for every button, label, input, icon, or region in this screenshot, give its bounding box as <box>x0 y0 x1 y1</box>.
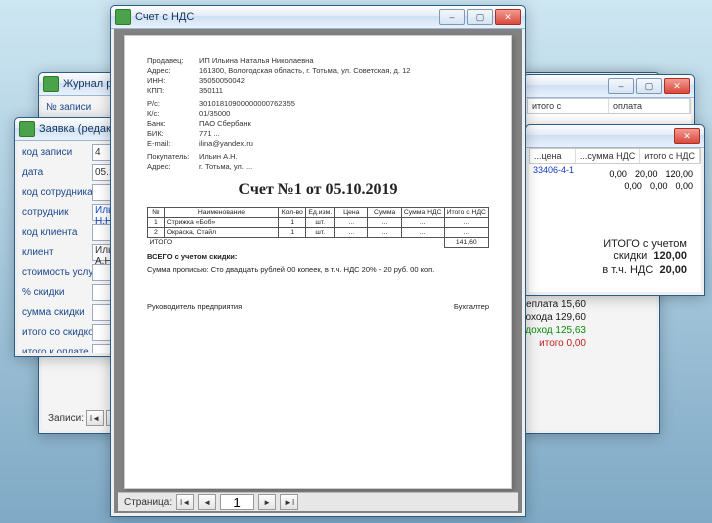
buyer-block: Покупатель:Ильин А.Н. Адрес:г. Тотьма, у… <box>147 152 489 171</box>
minimize-button[interactable]: – <box>439 9 465 25</box>
v: ilina@yandex.ru <box>199 139 489 148</box>
v: 771 ... <box>199 129 489 138</box>
sum-text: Сумма прописью: Сто двадцать рублей 00 к… <box>147 265 489 274</box>
items-header: № Наименование Кол-во Ед.изм. Цена Сумма… <box>148 208 489 218</box>
page-next-button[interactable]: ► <box>258 494 276 510</box>
v: ИП Ильина Наталья Николаевна <box>199 56 489 65</box>
k: ИНН: <box>147 76 199 85</box>
col-header: оплата <box>609 99 690 113</box>
total-row: ИТОГО141,60 <box>148 238 489 248</box>
invoice-titlebar[interactable]: Счет с НДС – ▢ ✕ <box>111 6 525 29</box>
totals-header-1: итого с оплата <box>527 98 691 114</box>
k: БИК: <box>147 129 199 138</box>
k: Адрес: <box>147 66 199 75</box>
detail-titlebar[interactable]: ✕ <box>526 125 704 148</box>
bank-block: Р/с:30101810900000000762355 К/с:01/35000… <box>147 99 489 148</box>
sign-right: Бухгалтер <box>454 302 489 311</box>
page-first-button[interactable]: I◄ <box>176 494 194 510</box>
item-row: 1Стрижка «Боб»1шт............. <box>148 218 489 228</box>
invoice-heading: Счет №1 от 05.10.2019 <box>147 181 489 199</box>
signature-row: Руководитель предприятия Бухгалтер <box>147 302 489 311</box>
col-header: итого с <box>528 99 609 113</box>
detail-totals: ИТОГО с учетом скидки 120,00 в т.ч. НДС … <box>529 236 687 278</box>
col-header: ...цена <box>530 149 576 163</box>
disc-label: % скидки <box>22 287 92 298</box>
detail-header: ...цена ...сумма НДС итого с НДС <box>529 148 701 164</box>
row-link[interactable]: 33406-4-1 <box>529 164 578 176</box>
close-button[interactable]: ✕ <box>664 78 690 94</box>
clientname-label: клиент <box>22 247 92 258</box>
k: Банк: <box>147 119 199 128</box>
k: К/с: <box>147 109 199 118</box>
vat-label: в т.ч. НДС <box>602 264 653 276</box>
code-label: код записи <box>22 147 92 158</box>
page-prev-button[interactable]: ◄ <box>198 494 216 510</box>
sum-title: ВСЕГО с учетом скидки: <box>147 252 489 261</box>
supplier-block: Продавец:ИП Ильина Наталья Николаевна Ад… <box>147 56 489 95</box>
k: Продавец: <box>147 56 199 65</box>
sign-left: Руководитель предприятия <box>147 302 242 311</box>
k: КПП: <box>147 86 199 95</box>
empname-label: сотрудник <box>22 207 92 218</box>
invoice-window: Счет с НДС – ▢ ✕ Продавец:ИП Ильина Ната… <box>110 5 526 517</box>
page-input[interactable] <box>220 494 254 510</box>
discsum-label: сумма скидки <box>22 307 92 318</box>
v: 01/35000 <box>199 109 489 118</box>
k: Покупатель: <box>147 152 199 161</box>
v: 30101810900000000762355 <box>199 99 489 108</box>
cost-label: стоимость услуг <box>22 267 92 278</box>
itog-label: итого со скидкой <box>22 327 92 338</box>
v: г. Тотьма, ул. ... <box>199 162 489 171</box>
k: Адрес: <box>147 162 199 171</box>
v: 35050050042 <box>199 76 489 85</box>
close-button[interactable]: ✕ <box>495 9 521 25</box>
maximize-button[interactable]: ▢ <box>467 9 493 25</box>
page-last-button[interactable]: ►I <box>280 494 298 510</box>
journal-rec-label: № записи <box>46 102 116 113</box>
invoice-page: Продавец:ИП Ильина Наталья Николаевна Ад… <box>124 35 512 489</box>
invoice-window-title: Счет с НДС <box>135 11 439 23</box>
page-navigator: Страница: I◄ ◄ ► ►I <box>118 492 518 511</box>
nav-first-button[interactable]: I◄ <box>86 410 104 426</box>
v: ПАО Сбербанк <box>199 119 489 128</box>
vat-value: 20,00 <box>659 264 687 276</box>
detail-body: ...цена ...сумма НДС итого с НДС 33406-4… <box>529 148 701 292</box>
col-header: итого с НДС <box>640 149 700 163</box>
item-row: 2Окраска, Стайл1шт............. <box>148 228 489 238</box>
k: E-mail: <box>147 139 199 148</box>
detail-window: ✕ ...цена ...сумма НДС итого с НДС 33406… <box>525 124 705 296</box>
detail-values-1: 0,00 20,00 120,00 <box>605 168 697 180</box>
total-value: 120,00 <box>653 250 687 262</box>
emp-label: код сотрудника <box>22 187 92 198</box>
close-button[interactable]: ✕ <box>674 128 700 144</box>
page-label: Страница: <box>124 497 172 508</box>
nav-label: Записи: <box>48 413 84 424</box>
paid-label: итого к оплате <box>22 347 92 354</box>
v: 350111 <box>199 86 489 95</box>
items-table: № Наименование Кол-во Ед.изм. Цена Сумма… <box>147 207 489 248</box>
totals-titlebar[interactable]: – ▢ ✕ <box>524 75 694 98</box>
minimize-button[interactable]: – <box>608 78 634 94</box>
maximize-button[interactable]: ▢ <box>636 78 662 94</box>
invoice-body: Продавец:ИП Ильина Наталья Николаевна Ад… <box>114 29 522 513</box>
col-header: ...сумма НДС <box>576 149 640 163</box>
client-label: код клиента <box>22 227 92 238</box>
app-icon <box>43 76 59 92</box>
app-icon <box>115 9 131 25</box>
v: 161300, Вологодская область, г. Тотьма, … <box>199 66 489 75</box>
date-label: дата <box>22 167 92 178</box>
app-icon <box>19 121 35 137</box>
k: Р/с: <box>147 99 199 108</box>
detail-values-2: 0,00 0,00 0,00 <box>620 180 697 192</box>
v: Ильин А.Н. <box>199 152 489 161</box>
